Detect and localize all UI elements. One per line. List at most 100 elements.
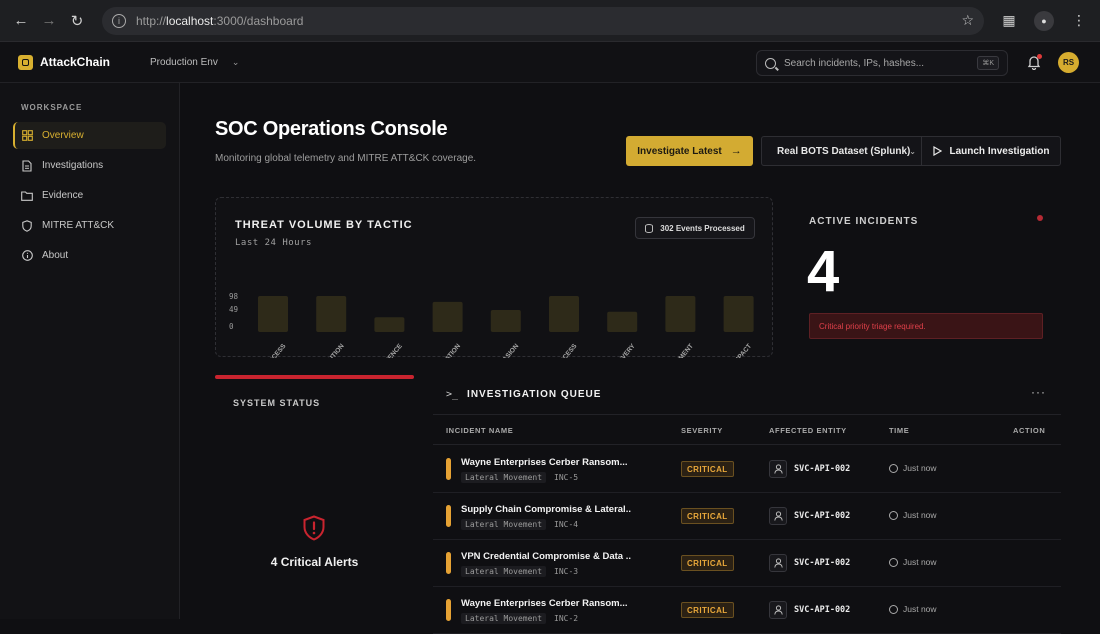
tactic-tag: Lateral Movement: [461, 519, 547, 530]
sidebar-item-overview[interactable]: Overview: [13, 122, 166, 149]
user-icon: [769, 554, 787, 572]
grid-icon: [21, 130, 33, 142]
x-tick-label: IMPACT: [732, 343, 753, 358]
sidebar-item-investigations[interactable]: Investigations: [13, 152, 166, 179]
priority-indicator: [446, 458, 451, 480]
x-tick-label: DISCOVERY: [607, 342, 638, 358]
incident-time: Just now: [889, 463, 937, 473]
live-status-dot: [1037, 215, 1043, 221]
priority-indicator: [446, 552, 451, 574]
affected-entity: SVC-API-002: [794, 511, 851, 521]
bar-persistence[interactable]: [374, 317, 405, 332]
page-subtitle: Monitoring global telemetry and MITRE AT…: [215, 153, 477, 164]
search-input[interactable]: [784, 57, 978, 69]
column-incident-name: INCIDENT NAME: [446, 426, 514, 435]
investigation-queue: >_ INVESTIGATION QUEUE ··· INCIDENT NAME…: [433, 379, 1061, 634]
x-tick-label: PERSISTENCE: [369, 342, 405, 358]
url-path: :3000/dashboard: [213, 13, 304, 28]
browser-profile-icon[interactable]: ●: [1034, 10, 1054, 31]
system-status-label: SYSTEM STATUS: [233, 398, 321, 408]
table-row[interactable]: Supply Chain Compromise & Lateral... Late…: [433, 493, 1061, 540]
sidebar-item-label: Evidence: [42, 190, 84, 201]
back-arrow-icon[interactable]: ←: [10, 10, 32, 32]
browser-menu-icon[interactable]: ⋮: [1068, 10, 1090, 32]
arrow-right-icon: →: [730, 145, 742, 157]
time-label: Just now: [903, 463, 937, 473]
incident-time: Just now: [889, 510, 937, 520]
reload-icon[interactable]: ↻: [66, 10, 88, 32]
global-search[interactable]: ⌘K: [756, 50, 1008, 76]
app-header: AttackChain Production Env ⌄ ⌘K RS: [0, 42, 1100, 83]
workspace-label: WORKSPACE: [21, 103, 83, 112]
bookmark-star-icon[interactable]: ☆: [961, 12, 974, 29]
column-severity: SEVERITY: [681, 426, 723, 435]
bar-defense-evasion[interactable]: [490, 309, 521, 332]
launch-investigation-label: Launch Investigation: [949, 145, 1050, 157]
site-info-icon[interactable]: i: [112, 13, 126, 28]
dataset-select[interactable]: Real BOTS Dataset (Splunk) ⌄: [761, 136, 922, 166]
time-label: Just now: [903, 604, 937, 614]
bar-initial-access[interactable]: [258, 296, 288, 332]
shield-alert-icon: [303, 515, 325, 541]
extensions-icon[interactable]: ▦: [998, 10, 1020, 32]
incident-name[interactable]: Wayne Enterprises Cerber Ransom...: [461, 457, 631, 468]
chevron-down-icon: ⌄: [909, 146, 916, 156]
severity-badge: CRITICAL: [681, 602, 734, 618]
sidebar-item-label: About: [42, 250, 69, 261]
table-row[interactable]: VPN Credential Compromise & Data ... Late…: [433, 540, 1061, 587]
investigate-latest-label: Investigate Latest: [637, 145, 722, 157]
x-tick-label: PRIVILEGE ESCALATION: [406, 343, 463, 358]
sidebar-item-mitre-att-ck[interactable]: MITRE ATT&CK: [13, 212, 166, 239]
brand-name: AttackChain: [40, 55, 111, 69]
bar-credential-access[interactable]: [549, 296, 579, 332]
more-options-icon[interactable]: ···: [1031, 385, 1046, 399]
active-incidents-count: 4: [807, 239, 840, 304]
bar-execution[interactable]: [316, 296, 347, 332]
incident-name[interactable]: Wayne Enterprises Cerber Ransom...: [461, 598, 631, 609]
time-label: Just now: [903, 510, 937, 520]
table-row[interactable]: Wayne Enterprises Cerber Ransom... Latera…: [433, 446, 1061, 493]
user-icon: [769, 507, 787, 525]
notification-dot: [1037, 54, 1042, 59]
clock-icon: [889, 604, 898, 614]
sidebar-item-label: Investigations: [42, 160, 104, 171]
launch-investigation-button[interactable]: Launch Investigation: [922, 136, 1061, 166]
threat-volume-card: THREAT VOLUME BY TACTIC Last 24 Hours 30…: [215, 197, 773, 358]
incident-name[interactable]: Supply Chain Compromise & Lateral...: [461, 504, 631, 515]
table-row[interactable]: Wayne Enterprises Cerber Ransom... Latera…: [433, 587, 1061, 634]
time-label: Just now: [903, 557, 937, 567]
priority-indicator: [446, 599, 451, 621]
system-status-bar: [215, 375, 414, 379]
bar-privilege-escalation[interactable]: [432, 301, 463, 332]
shield-icon: [21, 219, 33, 232]
sidebar-item-evidence[interactable]: Evidence: [13, 182, 166, 209]
queue-column-headers: INCIDENT NAME SEVERITY AFFECTED ENTITY T…: [433, 415, 1061, 445]
tactic-tag: Lateral Movement: [461, 566, 547, 577]
address-bar[interactable]: i http://localhost:3000/dashboard ☆: [102, 6, 984, 35]
page-title: SOC Operations Console: [215, 118, 448, 140]
folder-icon: [21, 190, 33, 202]
url-scheme: http://: [136, 13, 167, 28]
search-icon: [765, 57, 776, 69]
chevron-down-icon: ⌄: [231, 56, 240, 67]
bar-discovery[interactable]: [607, 311, 638, 332]
active-incidents-label: ACTIVE INCIDENTS: [809, 216, 919, 227]
threat-bar-chart: 98 49 0 INITIAL ACCESS EXECUTION PERSISTENCEP…: [229, 292, 754, 358]
x-tick-label: INITIAL ACCESS: [249, 342, 288, 358]
x-tick-label: EXECUTION: [316, 343, 346, 358]
incident-name[interactable]: VPN Credential Compromise & Data ...: [461, 551, 631, 562]
severity-badge: CRITICAL: [681, 461, 734, 477]
column-time: TIME: [889, 426, 910, 435]
main-content: SOC Operations Console Monitoring global…: [180, 83, 1100, 634]
environment-selector[interactable]: Production Env ⌄: [150, 57, 239, 68]
forward-arrow-icon[interactable]: →: [38, 10, 60, 32]
x-tick-label: DEFENSE EVASION: [475, 343, 520, 358]
severity-badge: CRITICAL: [681, 508, 734, 524]
user-avatar[interactable]: RS: [1058, 52, 1079, 73]
sidebar-item-about[interactable]: About: [13, 242, 166, 269]
bar-lateral-movement[interactable]: [665, 296, 696, 332]
incident-id: INC-3: [554, 567, 579, 576]
bar-impact[interactable]: [723, 296, 754, 332]
info-icon: [21, 250, 33, 262]
investigate-latest-button[interactable]: Investigate Latest →: [626, 136, 753, 166]
